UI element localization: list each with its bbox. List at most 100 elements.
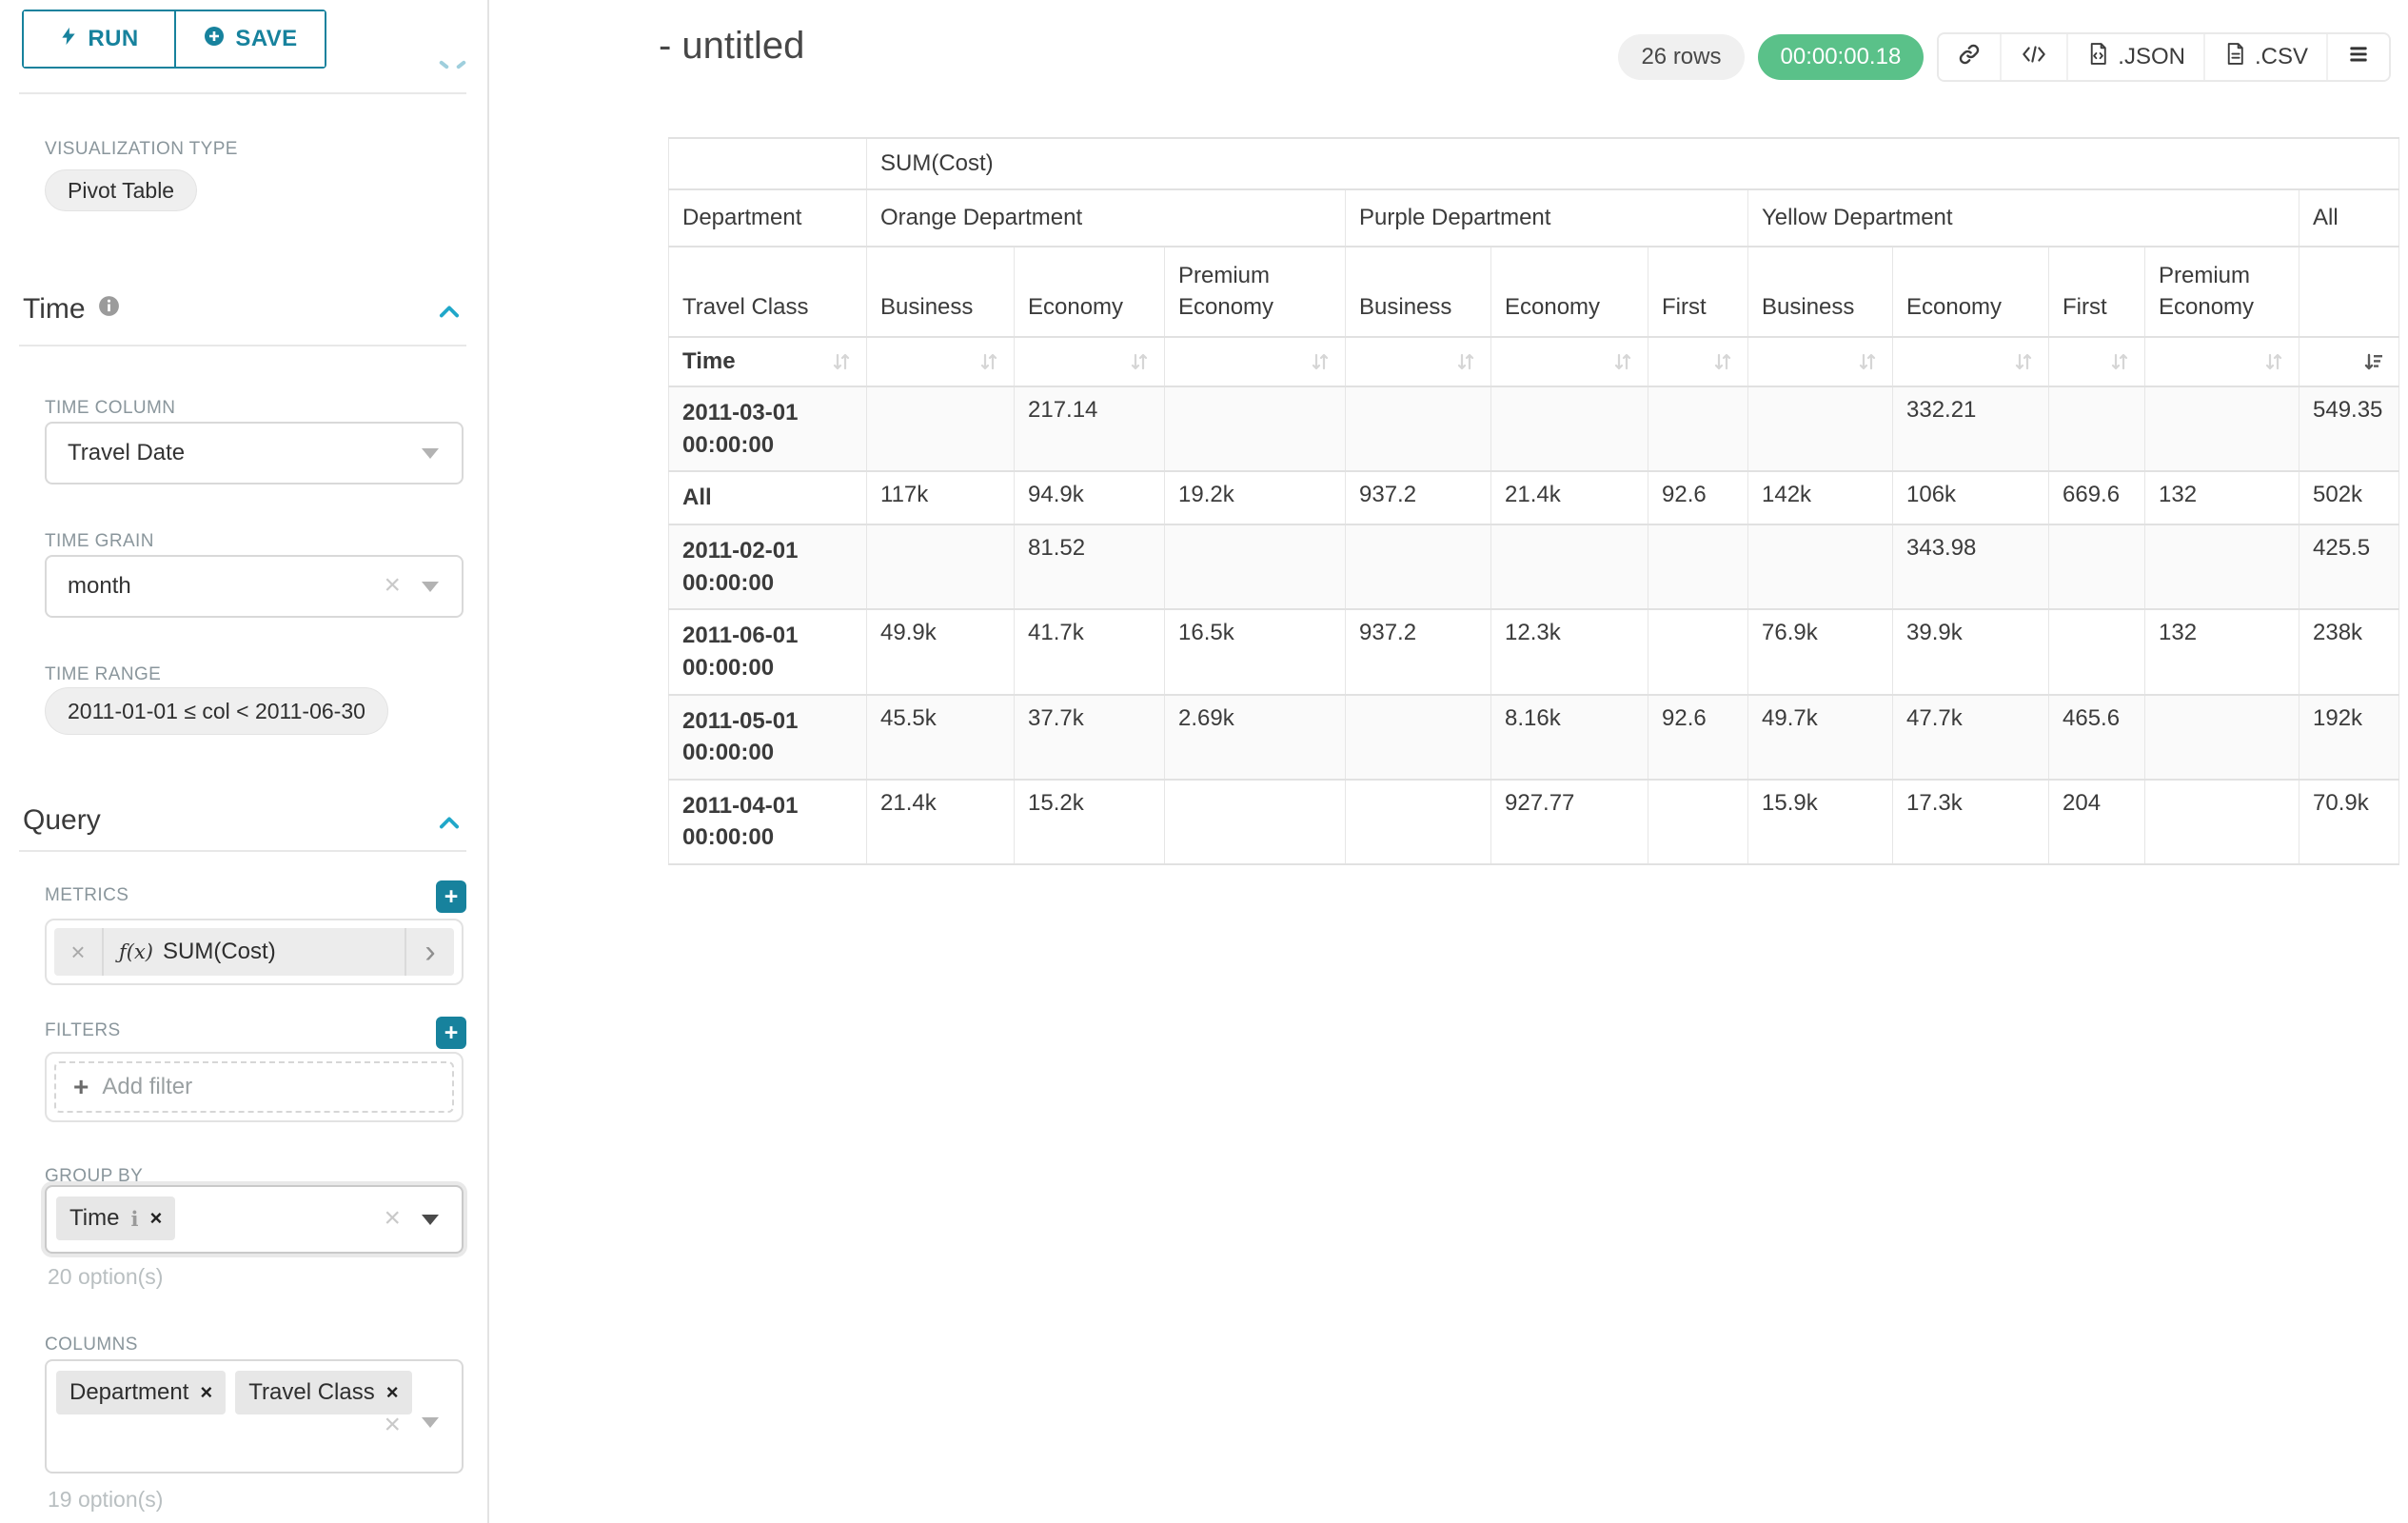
- sort-arrows-icon[interactable]: [2262, 350, 2285, 373]
- col-header-yellow-department-business: Business: [1748, 247, 1893, 337]
- sort-header-col-2[interactable]: [1165, 337, 1346, 386]
- clear-icon[interactable]: ×: [384, 1411, 401, 1439]
- time-collapse-chevron-icon[interactable]: [436, 299, 463, 326]
- share-link-button[interactable]: [1939, 34, 2000, 80]
- sort-header-col-1[interactable]: [1015, 337, 1165, 386]
- tag-label: Department: [69, 1379, 188, 1406]
- sort-arrows-icon[interactable]: [2012, 350, 2035, 373]
- run-save-button-group: RUN SAVE: [22, 10, 326, 69]
- sort-arrows-icon[interactable]: [977, 350, 1000, 373]
- col-header-purple-department-business: Business: [1346, 247, 1491, 337]
- visualization-type-value[interactable]: Pivot Table: [45, 169, 197, 211]
- info-icon: i: [130, 1207, 138, 1231]
- chart-title[interactable]: - untitled: [659, 25, 804, 68]
- sort-header-col-4[interactable]: [1491, 337, 1648, 386]
- run-button[interactable]: RUN: [24, 11, 174, 67]
- sort-arrows-icon[interactable]: [1711, 350, 1734, 373]
- clear-icon[interactable]: ×: [384, 571, 401, 600]
- pivot-value-cell: 217.14: [1015, 386, 1165, 471]
- caret-down-icon[interactable]: [422, 448, 439, 459]
- col-group-orange-department: Orange Department: [867, 189, 1346, 247]
- pivot-value-cell: 12.3k: [1491, 609, 1648, 694]
- pivot-value-cell: 502k: [2299, 471, 2399, 524]
- sort-header-col-3[interactable]: [1346, 337, 1491, 386]
- remove-metric-icon[interactable]: ×: [54, 928, 104, 976]
- pivot-value-cell: [1648, 780, 1748, 864]
- query-section-title: Query: [23, 804, 101, 837]
- sort-arrows-icon[interactable]: [1309, 350, 1332, 373]
- time-grain-label: TIME GRAIN: [45, 531, 154, 552]
- pivot-value-cell: 92.6: [1648, 471, 1748, 524]
- sort-header-col-8[interactable]: [2049, 337, 2145, 386]
- caret-down-icon[interactable]: [422, 582, 439, 592]
- col-header-yellow-department-economy: Economy: [1893, 247, 2049, 337]
- time-grain-select[interactable]: month ×: [45, 555, 464, 618]
- embed-code-button[interactable]: [2000, 34, 2066, 80]
- pivot-value-cell: 937.2: [1346, 471, 1491, 524]
- group-by-options-hint: 20 option(s): [48, 1264, 163, 1290]
- sort-header-col-7[interactable]: [1893, 337, 2049, 386]
- pivot-value-cell: [2049, 524, 2145, 609]
- info-circle-icon: [97, 293, 121, 326]
- lightning-bolt-icon: [59, 25, 78, 54]
- divider: [19, 345, 466, 346]
- sort-arrows-icon[interactable]: [830, 350, 853, 373]
- query-collapse-chevron-icon[interactable]: [436, 810, 463, 837]
- pivot-value-cell: [2145, 386, 2299, 471]
- chevron-right-icon[interactable]: ›: [405, 928, 454, 976]
- divider: [19, 92, 466, 94]
- more-menu-button[interactable]: [2326, 34, 2389, 80]
- pivot-value-cell: 21.4k: [1491, 471, 1648, 524]
- sort-arrows-icon[interactable]: [2108, 350, 2131, 373]
- pivot-value-cell: [867, 386, 1015, 471]
- sort-arrows-icon[interactable]: [1856, 350, 1879, 373]
- divider: [19, 850, 466, 852]
- pivot-value-cell: 132: [2145, 609, 2299, 694]
- remove-tag-icon[interactable]: ×: [149, 1206, 162, 1231]
- pivot-value-cell: 49.7k: [1748, 695, 1893, 780]
- sort-header-col-9[interactable]: [2145, 337, 2299, 386]
- save-button[interactable]: SAVE: [174, 11, 325, 67]
- group-by-select[interactable]: Timei× ×: [45, 1185, 464, 1254]
- export-json-button[interactable]: .JSON: [2066, 34, 2203, 80]
- time-column-select[interactable]: Travel Date: [45, 422, 464, 485]
- pivot-value-cell: 94.9k: [1015, 471, 1165, 524]
- clear-icon[interactable]: ×: [384, 1204, 401, 1233]
- pivot-value-cell: 2.69k: [1165, 695, 1346, 780]
- time-section-header: Time: [23, 293, 121, 326]
- time-range-value[interactable]: 2011-01-01 ≤ col < 2011-06-30: [45, 687, 388, 735]
- pivot-value-cell: 937.2: [1346, 609, 1491, 694]
- sort-arrows-icon[interactable]: [1611, 350, 1634, 373]
- sort-desc-active-icon[interactable]: [2362, 350, 2385, 373]
- pivot-value-cell: 81.52: [1015, 524, 1165, 609]
- columns-select[interactable]: Department×Travel Class× ×: [45, 1359, 464, 1474]
- sort-header-time[interactable]: Time: [669, 337, 867, 386]
- sort-header-col-5[interactable]: [1648, 337, 1748, 386]
- metric-item[interactable]: × ƒ(x) SUM(Cost) ›: [54, 928, 454, 976]
- pivot-value-cell: 15.2k: [1015, 780, 1165, 864]
- table-row: 2011-06-01 00:00:0049.9k41.7k16.5k937.21…: [669, 609, 2399, 694]
- add-filter-dropzone[interactable]: + Add filter: [54, 1061, 454, 1113]
- caret-down-icon[interactable]: [422, 1215, 439, 1225]
- sort-header-all[interactable]: [2299, 337, 2399, 386]
- chart-area: - untitled 26 rows 00:00:00.18 .JSON: [491, 0, 2408, 1523]
- row-label-2011-02-01-00-00-00: 2011-02-01 00:00:00: [669, 524, 867, 609]
- sort-header-col-0[interactable]: [867, 337, 1015, 386]
- sort-arrows-icon[interactable]: [1454, 350, 1477, 373]
- remove-tag-icon[interactable]: ×: [200, 1380, 212, 1405]
- pivot-value-cell: 106k: [1893, 471, 2049, 524]
- pivot-value-cell: 49.9k: [867, 609, 1015, 694]
- remove-tag-icon[interactable]: ×: [386, 1380, 399, 1405]
- caret-down-icon[interactable]: [422, 1417, 439, 1428]
- export-csv-button[interactable]: .CSV: [2203, 34, 2326, 80]
- export-button-group: .JSON .CSV: [1937, 32, 2391, 82]
- add-filter-plus-button[interactable]: +: [436, 1017, 466, 1049]
- result-toolbar: 26 rows 00:00:00.18 .JSON: [1618, 32, 2391, 82]
- sort-header-col-6[interactable]: [1748, 337, 1893, 386]
- sort-arrows-icon[interactable]: [1128, 350, 1151, 373]
- pivot-value-cell: 332.21: [1893, 386, 2049, 471]
- pivot-value-cell: 669.6: [2049, 471, 2145, 524]
- add-metric-button[interactable]: +: [436, 880, 466, 913]
- pivot-value-cell: 238k: [2299, 609, 2399, 694]
- pivot-value-cell: [1165, 780, 1346, 864]
